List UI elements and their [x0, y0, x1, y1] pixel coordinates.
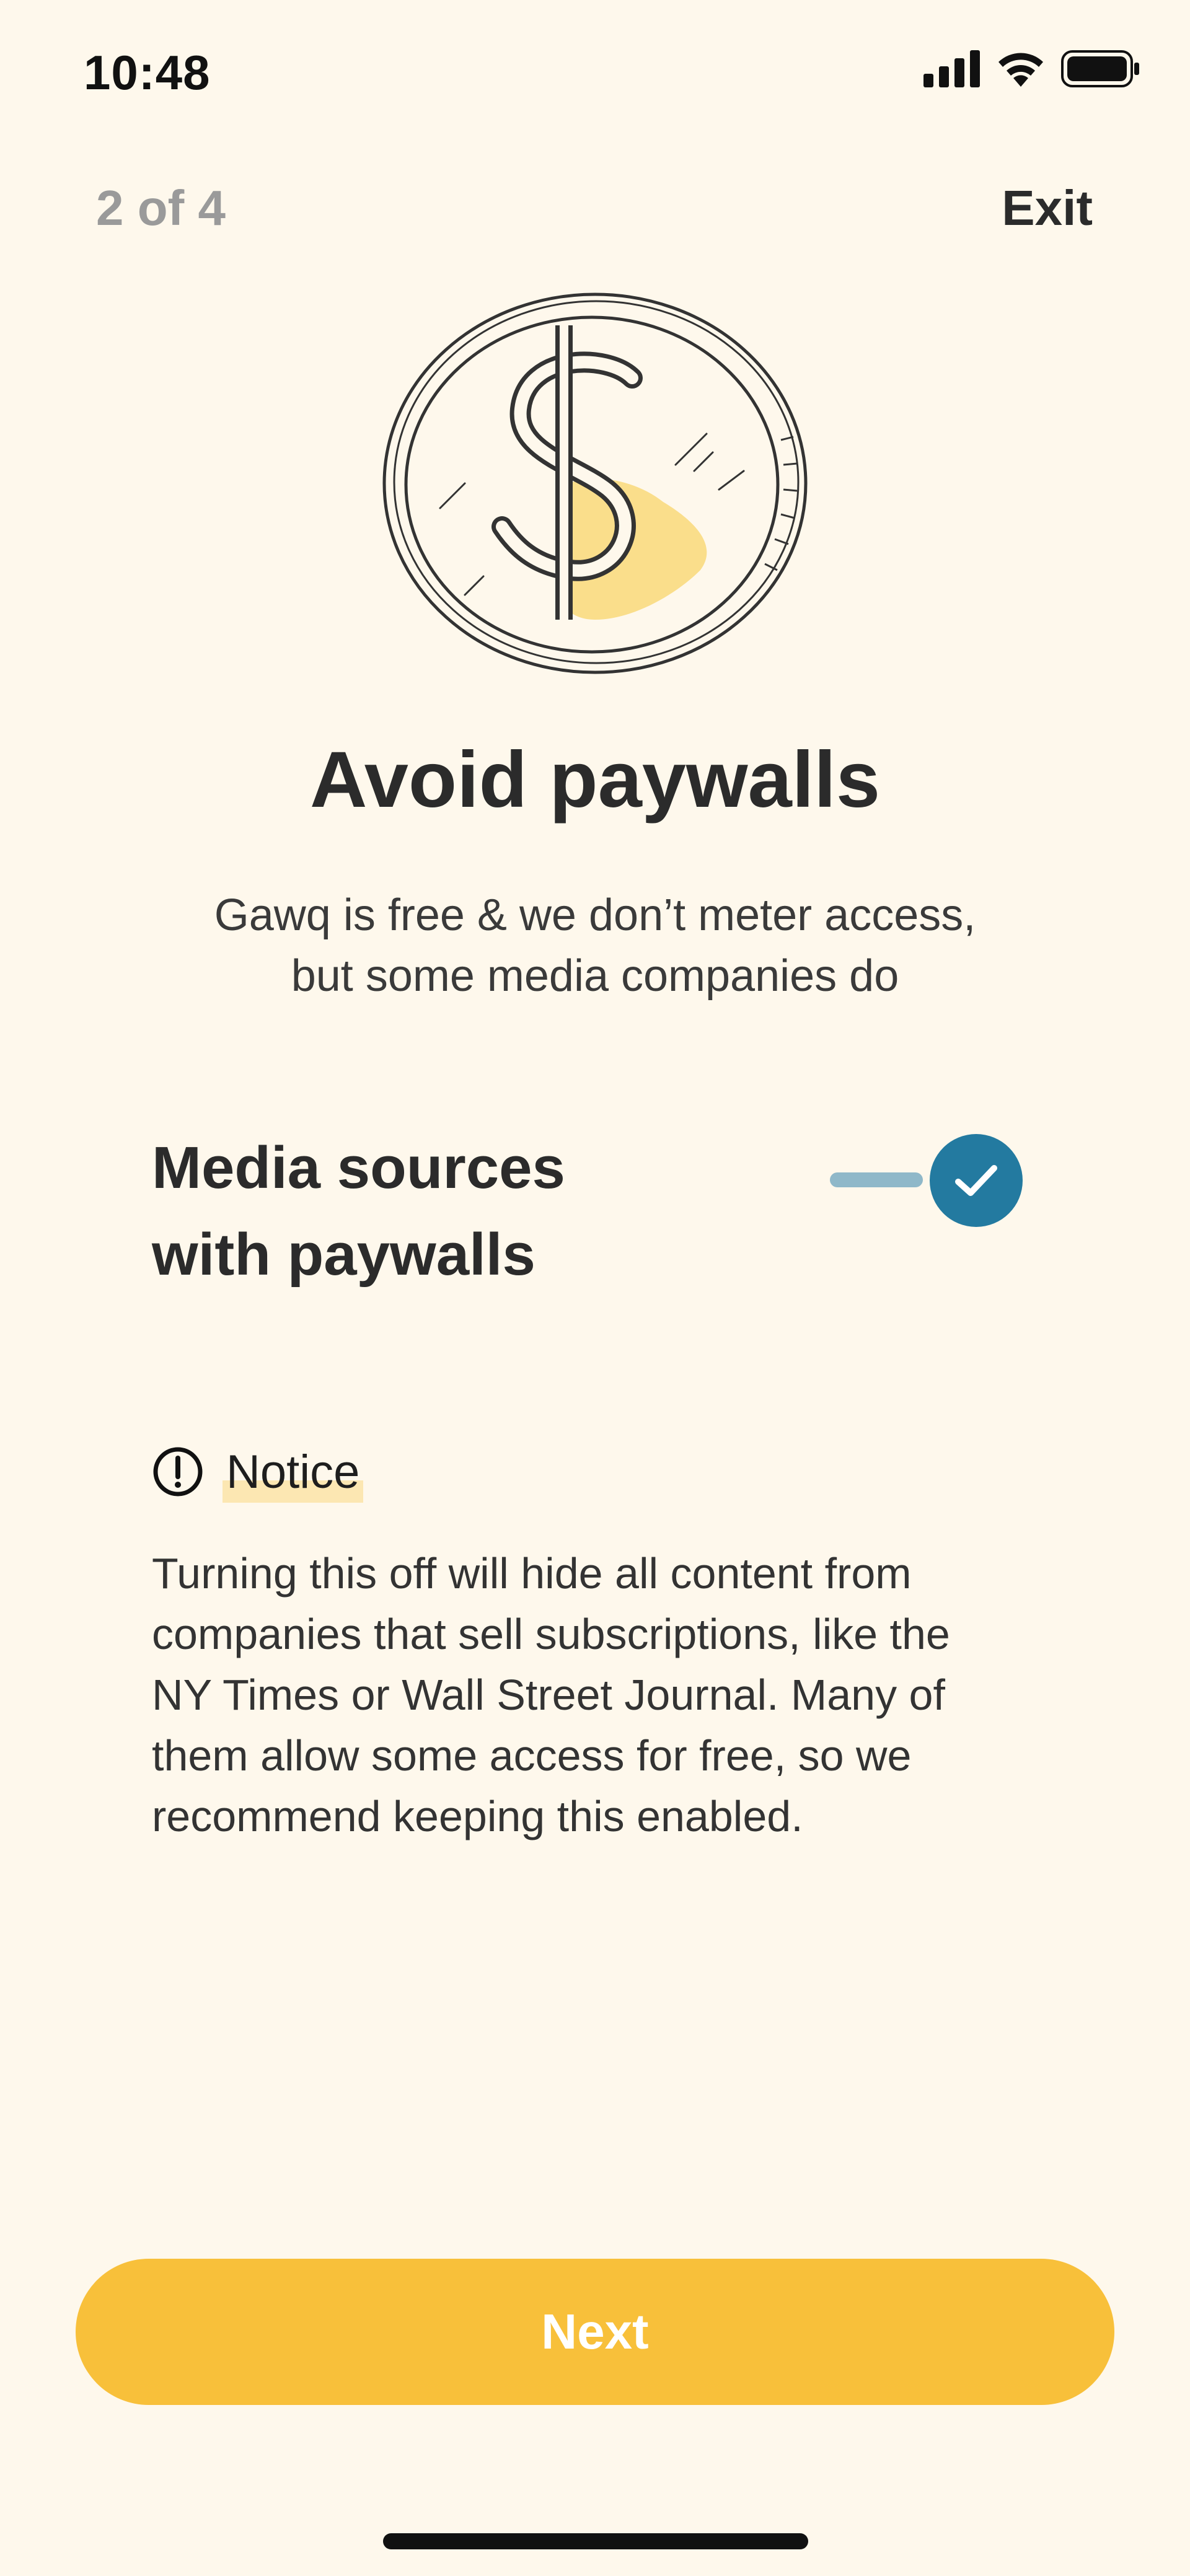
- cellular-signal-icon: [923, 50, 980, 87]
- wifi-icon: [998, 53, 1043, 87]
- page-title: Avoid paywalls: [310, 736, 880, 824]
- subtitle-line: Gawq is free & we don’t meter access,: [214, 890, 976, 940]
- notice-line: Turning this off will hide all content f…: [152, 1549, 912, 1598]
- notice-line: recommend keeping this enabled.: [152, 1792, 803, 1840]
- notice-header: Notice: [152, 1441, 364, 1503]
- dollar-coin-icon: [382, 292, 808, 674]
- paywall-option-label: Media sources with paywalls: [152, 1125, 710, 1298]
- notice-line: NY Times or Wall Street Journal. Many of: [152, 1671, 945, 1719]
- toggle-knob: [930, 1134, 1023, 1227]
- exclamation-circle-icon: [153, 1447, 203, 1497]
- notice-line: companies that sell subscriptions, like …: [152, 1610, 950, 1658]
- dollar-coin-illustration: [372, 285, 818, 682]
- notice-body: Turning this off will hide all content f…: [152, 1543, 1051, 1847]
- notice-line: them allow some access for free, so we: [152, 1731, 912, 1780]
- exit-button[interactable]: Exit: [1002, 180, 1093, 237]
- page-subtitle: Gawq is free & we don’t meter access, bu…: [161, 885, 1029, 1006]
- status-icons: [923, 50, 1140, 88]
- checkmark-icon: [955, 1165, 997, 1196]
- status-time: 10:48: [84, 45, 211, 100]
- notice-title: Notice: [223, 1445, 364, 1503]
- option-label-line: with paywalls: [152, 1221, 536, 1288]
- next-button[interactable]: Next: [76, 2259, 1114, 2405]
- next-button-label: Next: [541, 2304, 649, 2359]
- toggle-track: [830, 1172, 923, 1187]
- paywall-toggle[interactable]: [827, 1134, 1026, 1227]
- step-progress: 2 of 4: [96, 180, 226, 235]
- option-label-line: Media sources: [152, 1135, 565, 1201]
- battery-icon: [1061, 50, 1139, 87]
- subtitle-line: but some media companies do: [291, 951, 899, 1001]
- onboarding-screen: 10:48 2 of 4 Exit Avoid paywalls Gawq is…: [0, 0, 1190, 2576]
- home-indicator: [383, 2533, 808, 2549]
